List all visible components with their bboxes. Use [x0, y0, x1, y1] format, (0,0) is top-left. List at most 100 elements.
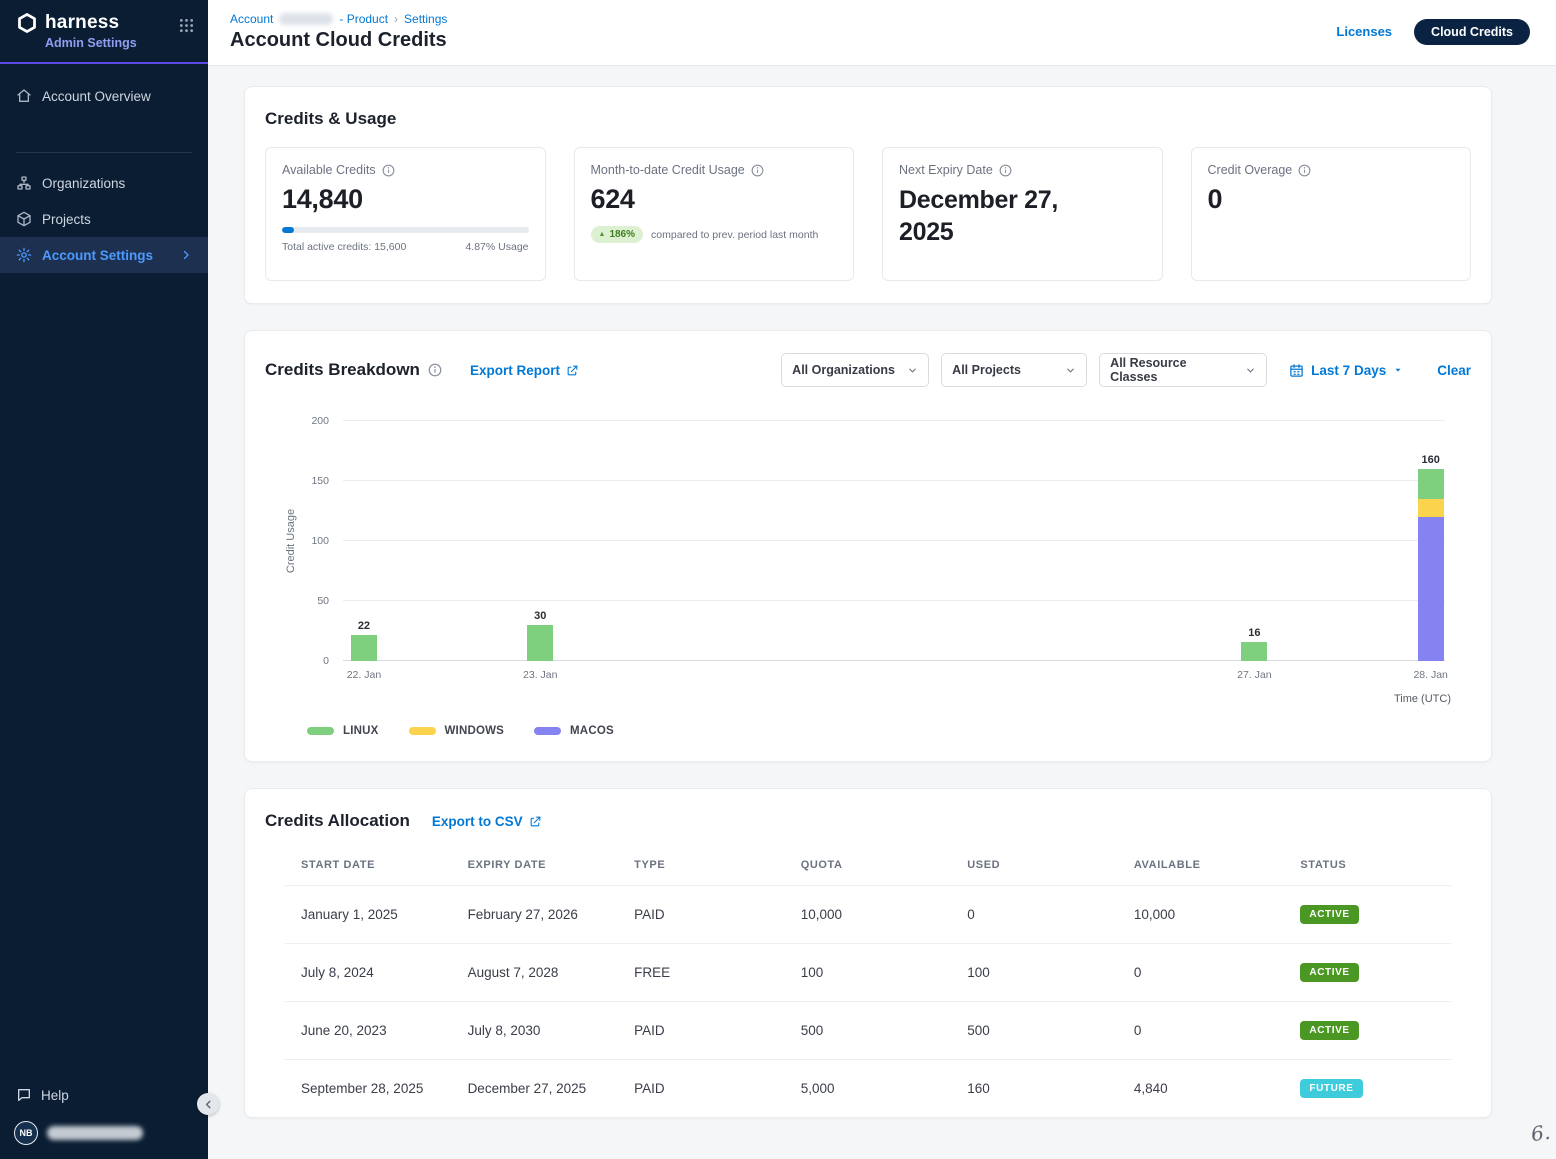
table-cell: 500: [951, 1002, 1118, 1060]
trend-up-icon: ▲: [599, 231, 606, 238]
export-report-label: Export Report: [470, 363, 560, 378]
sidebar-item-organizations[interactable]: Organizations: [0, 165, 208, 201]
column-header-available: AVAILABLE: [1118, 841, 1285, 886]
table-row: June 20, 2023July 8, 2030PAID5005000ACTI…: [285, 1002, 1451, 1060]
breadcrumb-settings-link[interactable]: Settings: [404, 12, 447, 26]
module-title: Admin Settings: [45, 36, 137, 50]
y-tick-label: 100: [311, 535, 329, 547]
info-icon[interactable]: [382, 164, 395, 177]
bar-22-jan[interactable]: 22: [351, 620, 377, 661]
sidebar-nav: Account Overview Organizations Projects …: [0, 64, 208, 273]
bar-segment-linux: [351, 635, 377, 661]
external-link-icon: [529, 815, 542, 828]
resource-classes-filter-select[interactable]: All Resource Classes: [1099, 353, 1267, 387]
sidebar-item-account-overview[interactable]: Account Overview: [0, 78, 208, 114]
clear-filters-link[interactable]: Clear: [1437, 363, 1471, 378]
chart-plot-area: Time (UTC) 0501001502002222. Jan3023. Ja…: [343, 421, 1445, 661]
sidebar-item-account-settings[interactable]: Account Settings: [0, 237, 208, 273]
table-header-row: START DATE EXPIRY DATE TYPE QUOTA USED A…: [285, 841, 1451, 886]
export-report-link[interactable]: Export Report: [470, 363, 579, 378]
info-icon[interactable]: [751, 164, 764, 177]
table-cell: July 8, 2024: [285, 944, 452, 1002]
sidebar-item-label: Account Settings: [42, 248, 153, 263]
y-tick-label: 200: [311, 415, 329, 427]
usage-percent: 4.87% Usage: [465, 241, 528, 253]
bar-28-jan[interactable]: 160: [1418, 454, 1444, 661]
trend-note: compared to prev. period last month: [651, 229, 818, 241]
credits-breakdown-title: Credits Breakdown: [265, 360, 420, 380]
export-csv-link[interactable]: Export to CSV: [432, 814, 542, 829]
breadcrumb: Account - Product › Settings: [230, 12, 447, 26]
page-header: Account - Product › Settings Account Clo…: [208, 0, 1556, 66]
info-icon[interactable]: [1298, 164, 1311, 177]
table-cell-status: FUTURE: [1284, 1060, 1451, 1118]
legend-item-linux[interactable]: LINUX: [307, 725, 379, 737]
redacted-account-name: [279, 13, 333, 25]
info-icon[interactable]: [428, 363, 442, 377]
bar-27-jan[interactable]: 16: [1241, 627, 1267, 661]
info-icon[interactable]: [999, 164, 1012, 177]
chevron-right-icon: [180, 249, 192, 261]
external-link-icon: [566, 364, 579, 377]
licenses-link[interactable]: Licenses: [1336, 24, 1392, 39]
table-row: January 1, 2025February 27, 2026PAID10,0…: [285, 886, 1451, 944]
mtd-usage-value: 624: [591, 184, 838, 215]
column-header-used: USED: [951, 841, 1118, 886]
page-content: Credits & Usage Available Credits 14,840…: [208, 66, 1556, 1159]
breadcrumb-separator: ›: [394, 12, 398, 26]
gridline: [343, 540, 1445, 541]
status-badge: ACTIVE: [1300, 1021, 1358, 1040]
calendar-icon: [1289, 363, 1304, 378]
user-account[interactable]: NB: [0, 1113, 208, 1159]
sidebar-item-label: Organizations: [42, 176, 125, 191]
breadcrumb-account-link[interactable]: Account: [230, 12, 273, 26]
x-tick-label: 27. Jan: [1237, 669, 1271, 681]
stat-label: Credit Overage: [1208, 163, 1293, 177]
x-tick-label: 23. Jan: [523, 669, 557, 681]
bar-value-label: 22: [351, 620, 377, 632]
stat-card-next-expiry: Next Expiry Date December 27, 2025: [882, 147, 1163, 281]
table-cell: February 27, 2026: [452, 886, 619, 944]
status-badge: ACTIVE: [1300, 963, 1358, 982]
org-icon: [16, 175, 32, 191]
table-cell: PAID: [618, 1002, 785, 1060]
table-cell: December 27, 2025: [452, 1060, 619, 1118]
progress-fill: [282, 227, 294, 233]
date-range-picker[interactable]: Last 7 Days: [1289, 363, 1403, 378]
sidebar-item-projects[interactable]: Projects: [0, 201, 208, 237]
projects-filter-select[interactable]: All Projects: [941, 353, 1087, 387]
help-button[interactable]: Help: [0, 1077, 208, 1113]
spacer: [0, 273, 208, 1077]
table-cell: PAID: [618, 1060, 785, 1118]
breadcrumb-product-link[interactable]: - Product: [339, 12, 388, 26]
table-cell: 100: [951, 944, 1118, 1002]
y-axis-title: Credit Usage: [285, 509, 297, 573]
table-cell: 160: [951, 1060, 1118, 1118]
legend-swatch: [534, 727, 561, 735]
x-axis-title: Time (UTC): [1394, 693, 1451, 705]
organizations-filter-select[interactable]: All Organizations: [781, 353, 929, 387]
trend-percent: 186%: [609, 229, 635, 240]
available-credits-value: 14,840: [282, 184, 529, 215]
legend-item-macos[interactable]: MACOS: [534, 725, 614, 737]
sidebar-collapse-button[interactable]: [197, 1093, 219, 1115]
bar-segment-windows: [1418, 499, 1444, 517]
bar-23-jan[interactable]: 30: [527, 610, 553, 661]
cloud-credits-button[interactable]: Cloud Credits: [1414, 19, 1530, 45]
gear-icon: [16, 247, 32, 263]
export-csv-label: Export to CSV: [432, 814, 523, 829]
app-grid-icon[interactable]: [179, 18, 194, 38]
stat-label: Month-to-date Credit Usage: [591, 163, 745, 177]
column-header-start-date: START DATE: [285, 841, 452, 886]
table-cell: June 20, 2023: [285, 1002, 452, 1060]
legend-item-windows[interactable]: WINDOWS: [409, 725, 505, 737]
caret-down-icon: [1393, 365, 1403, 375]
harness-logo-icon: [16, 12, 38, 34]
bar-value-label: 16: [1241, 627, 1267, 639]
avatar[interactable]: NB: [14, 1121, 38, 1145]
sidebar-header: harness Admin Settings: [0, 0, 208, 64]
y-tick-label: 0: [323, 655, 329, 667]
table-cell: July 8, 2030: [452, 1002, 619, 1060]
usage-progress-bar: [282, 227, 529, 233]
trend-badge: ▲ 186%: [591, 226, 644, 243]
